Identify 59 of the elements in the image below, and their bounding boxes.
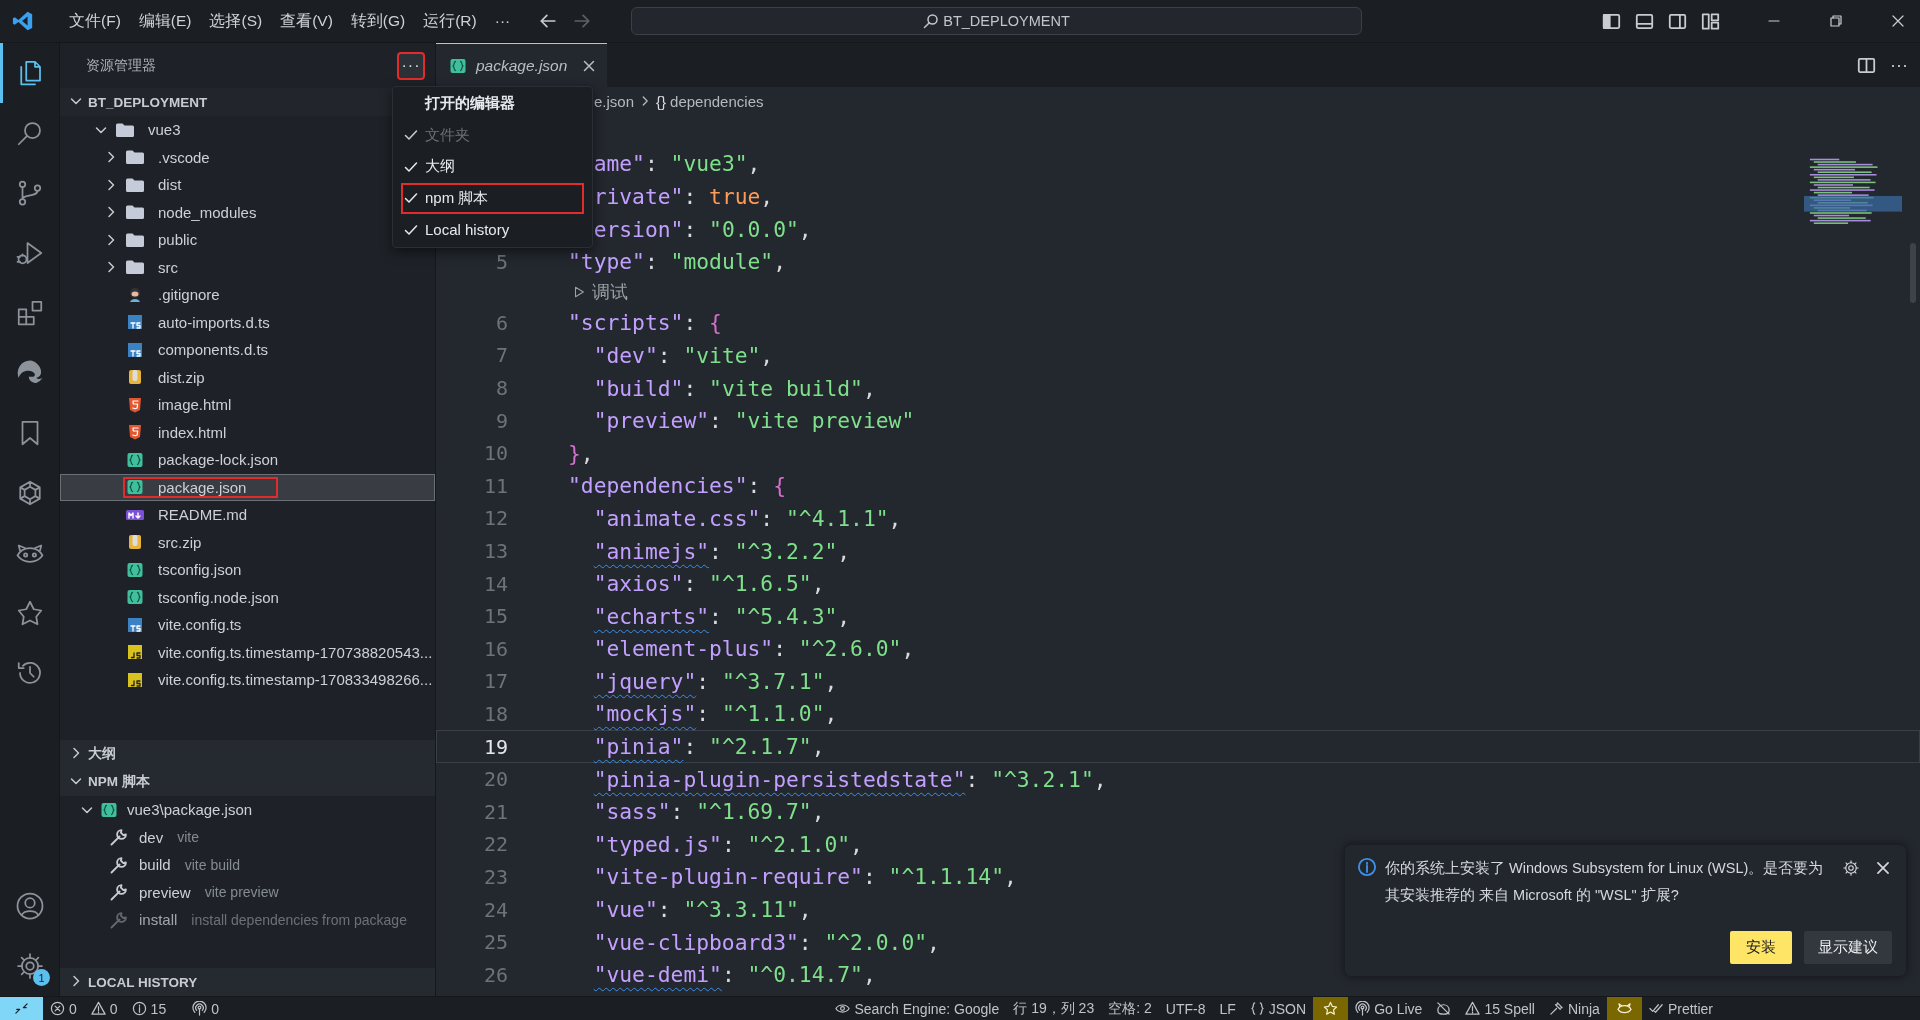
code-line: ersion": "0.0.0", xyxy=(592,216,812,242)
code-line: "vue-demi": "^0.14.7", xyxy=(592,962,876,988)
code-line: "type": "module", xyxy=(568,249,786,275)
line-number: 24 xyxy=(483,897,508,922)
code-line: "animejs": "^3.2.2", xyxy=(592,538,851,564)
workspace-name: BT_DEPLOYMENT xyxy=(88,94,208,110)
notification-badge: 1 xyxy=(33,969,50,986)
script-command: vite build xyxy=(184,856,240,873)
code-line: "pinia": "^2.1.7", xyxy=(592,734,825,760)
line-number: 23 xyxy=(483,864,508,889)
code-line: "mockjs": "^1.1.0", xyxy=(592,701,838,727)
code-line: "scripts": { xyxy=(568,310,722,336)
symbol-icon: {} xyxy=(656,92,667,110)
line-number: 25 xyxy=(483,930,508,955)
code-line: "dev": "vite", xyxy=(592,342,774,368)
code-line: "build": "vite build", xyxy=(592,375,876,401)
code-line: "jquery": "^3.7.1", xyxy=(592,668,838,694)
line-number: 26 xyxy=(483,962,508,987)
section-title: LOCAL HISTORY xyxy=(88,974,198,990)
code-line: "axios": "^1.6.5", xyxy=(592,571,825,597)
line-number: 15 xyxy=(483,604,508,629)
script-command: vite xyxy=(177,829,199,846)
sidebar-title: 资源管理器 xyxy=(86,56,156,75)
line-number: 7 xyxy=(495,343,508,368)
code-line: "vue-clipboard3": "^2.0.0", xyxy=(592,929,940,955)
code-line: "preview": "vite preview" xyxy=(592,408,915,434)
line-number: 13 xyxy=(483,539,508,563)
code-line: "pinia-plugin-persistedstate": "^3.2.1", xyxy=(592,766,1107,792)
notification-message: 你的系统上安装了 Windows Subsystem for Linux (WSL)。是否要为其安装推荐的 来自 Microsoft 的 "WSL" 扩展? xyxy=(1385,859,1825,905)
line-number: 8 xyxy=(495,376,508,401)
code-line: "typed.js": "^2.1.0", xyxy=(592,831,863,857)
line-number: 6 xyxy=(495,310,508,335)
line-number: 12 xyxy=(483,506,508,531)
code-line: ame": "vue3", xyxy=(592,151,761,177)
line-number: 19 xyxy=(483,734,508,759)
code-line: "vite-plugin-require": "^1.1.14", xyxy=(592,864,1017,890)
line-number: 16 xyxy=(483,636,508,661)
line-number: 22 xyxy=(483,832,508,857)
code-line: "element-plus": "^2.6.0", xyxy=(592,636,915,662)
line-number: 18 xyxy=(483,702,508,726)
code-line: "animate.css": "^4.1.1", xyxy=(592,505,902,531)
code-line: rivate": true, xyxy=(592,184,774,209)
code-line: "echarts": "^5.4.3", xyxy=(592,603,851,629)
line-number: 5 xyxy=(495,249,508,274)
line-number: 14 xyxy=(483,571,508,596)
code-line: "dependencies": { xyxy=(568,473,786,499)
line-number: 10 xyxy=(483,441,508,466)
code-line: }, xyxy=(568,440,594,466)
line-number: 9 xyxy=(495,408,508,433)
line-number: 17 xyxy=(483,669,508,694)
code-line: "vue": "^3.3.11", xyxy=(592,897,812,923)
line-number: 20 xyxy=(483,767,508,792)
code-line: "sass": "^1.69.7", xyxy=(592,799,825,825)
section-title: 大纲 xyxy=(88,745,116,763)
script-command: vite preview xyxy=(204,884,279,901)
line-number: 11 xyxy=(483,473,508,498)
line-number: 21 xyxy=(483,799,508,824)
section-title: NPM 脚本 xyxy=(88,773,150,791)
script-command: install dependencies from package xyxy=(191,911,407,928)
